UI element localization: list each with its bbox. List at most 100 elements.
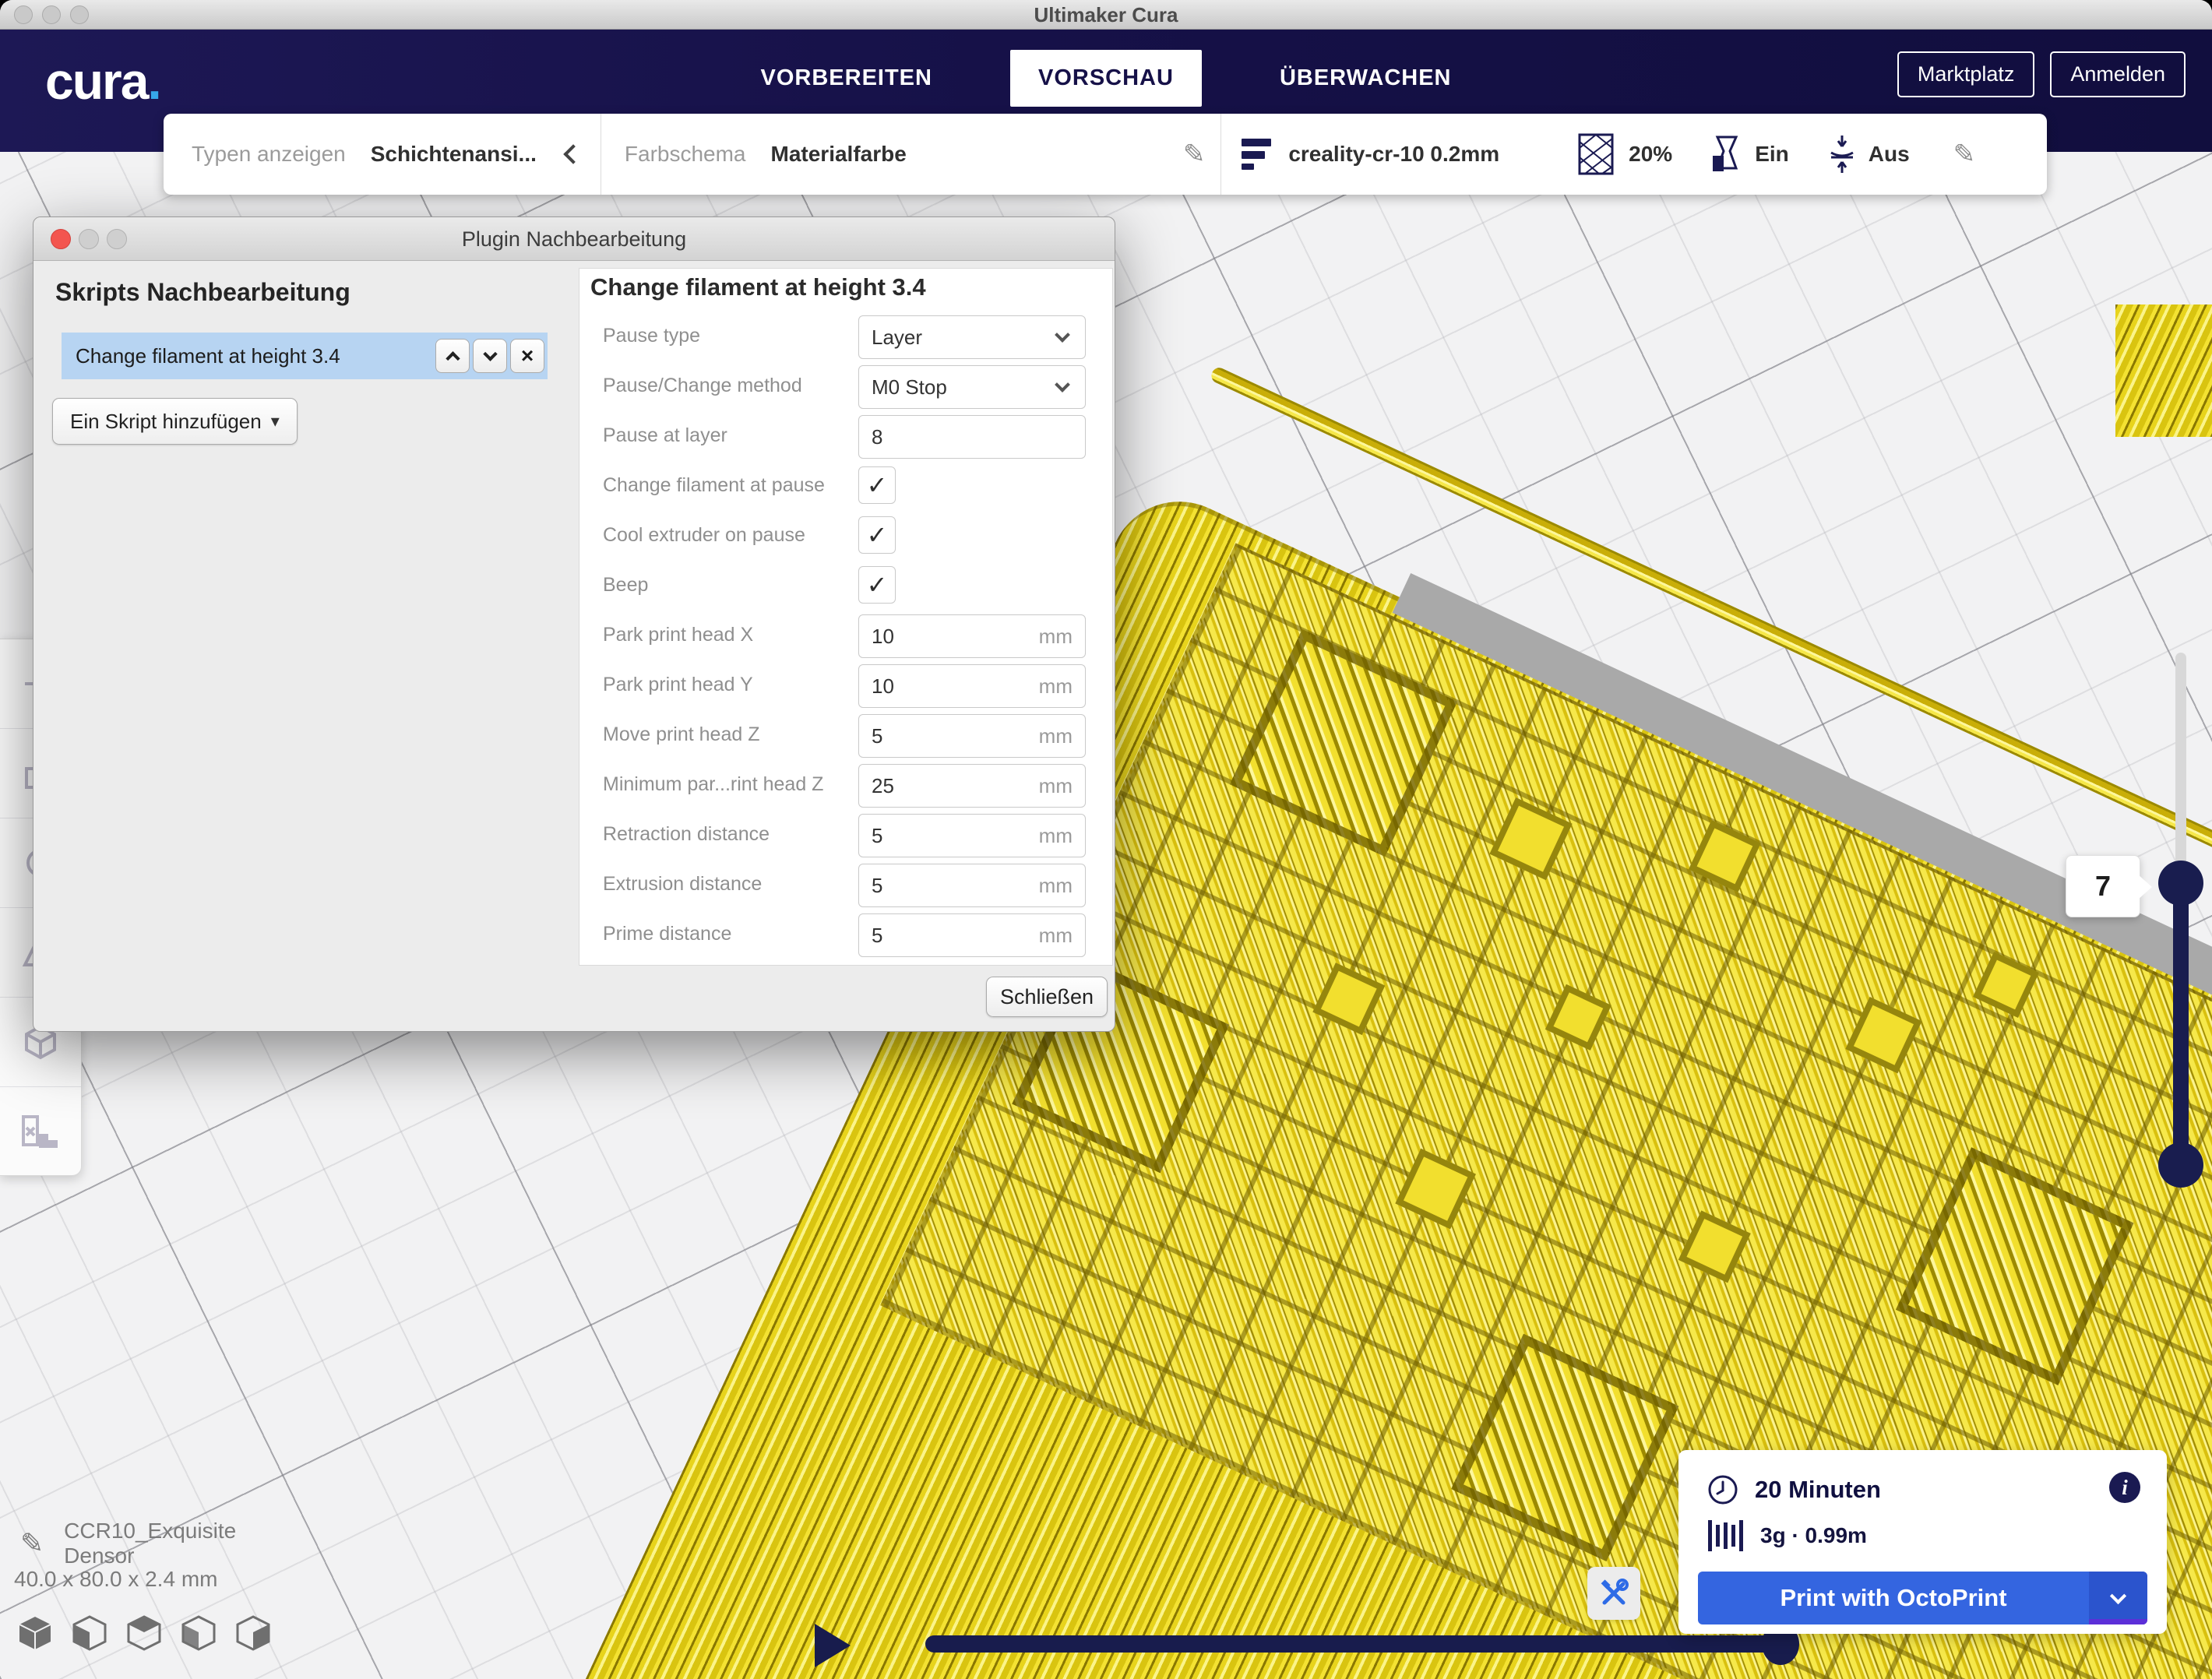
qr-module-square <box>1678 1210 1751 1283</box>
field-label-pause-change-method: Pause/Change method <box>603 362 852 412</box>
support-value[interactable]: Ein <box>1755 142 1789 167</box>
tab-vorschau[interactable]: VORSCHAU <box>1010 50 1202 107</box>
field-label-pause-type: Pause type <box>603 312 852 362</box>
adhesion-value[interactable]: Aus <box>1869 142 1910 167</box>
prime-distance-unit: mm <box>1039 924 1085 948</box>
field-row-park-print-head-y: Park print head Y10mm <box>579 661 1112 711</box>
script-list-item[interactable]: Change filament at height 3.4 × <box>62 333 548 379</box>
pause-type-select[interactable]: Layer <box>858 315 1086 359</box>
pause-change-method-value: M0 Stop <box>859 375 1057 400</box>
field-row-cool-extruder-on-pause: Cool extruder on pause ✓ <box>579 512 1112 561</box>
field-row-pause-change-method: Pause/Change method M0 Stop <box>579 362 1112 412</box>
info-icon[interactable]: i <box>2109 1472 2140 1503</box>
extrusion-distance-unit: mm <box>1039 874 1085 898</box>
color-scheme-label: Farbschema <box>625 142 746 167</box>
cura-window: ✎ CCR10_Exquisite Densor 40.0 x 80.0 x 2… <box>0 0 2212 1679</box>
qr-module-square <box>1489 797 1572 880</box>
retraction-distance-value: 5 <box>859 824 1039 848</box>
print-summary-card: 20 Minuten i 3g · 0.99m Print with OctoP… <box>1678 1450 2167 1634</box>
collapse-chevron-icon[interactable] <box>563 144 583 164</box>
print-settings-icon <box>1242 139 1271 170</box>
park-print-head-y-input[interactable]: 10mm <box>858 664 1086 708</box>
qr-module-square <box>1395 1149 1476 1230</box>
field-label-retraction-distance: Retraction distance <box>603 811 852 861</box>
print-button-dropdown[interactable] <box>2089 1572 2147 1624</box>
signin-button[interactable]: Anmelden <box>2050 51 2186 97</box>
print-with-octoprint-button[interactable]: Print with OctoPrint <box>1698 1572 2147 1624</box>
move-print-head-z-input[interactable]: 5mm <box>858 714 1086 758</box>
move-script-up-button[interactable] <box>435 339 470 373</box>
cool-extruder-on-pause-checkbox[interactable]: ✓ <box>858 516 896 554</box>
tab-vorbereiten[interactable]: VORBEREITEN <box>733 50 960 107</box>
support-icon <box>1708 134 1742 174</box>
pause-change-method-select[interactable]: M0 Stop <box>858 365 1086 409</box>
printer-profile[interactable]: creality-cr-10 0.2mm <box>1288 142 1499 167</box>
field-label-beep: Beep <box>603 561 852 611</box>
edit-print-settings-icon[interactable]: ✎ <box>1953 139 1976 170</box>
park-print-head-y-unit: mm <box>1039 674 1085 699</box>
field-label-minimum-par-rint-head-z: Minimum par...rint head Z <box>603 761 852 811</box>
remove-script-button[interactable]: × <box>510 339 544 373</box>
edit-view-settings-icon[interactable]: ✎ <box>1183 139 1206 170</box>
field-row-pause-type: Pause type Layer <box>579 312 1112 362</box>
field-label-move-print-head-z: Move print head Z <box>603 711 852 761</box>
dialog-titlebar[interactable]: Plugin Nachbearbeitung <box>33 217 1115 261</box>
stage-tabs: VORBEREITEN VORSCHAU ÜBERWACHEN <box>0 48 2212 107</box>
field-row-extrusion-distance: Extrusion distance5mm <box>579 861 1112 910</box>
infill-value[interactable]: 20% <box>1629 142 1672 167</box>
move-print-head-z-unit: mm <box>1039 724 1085 748</box>
extrusion-distance-value: 5 <box>859 874 1039 898</box>
chevron-down-icon <box>1055 327 1070 343</box>
material-estimate: 3g · 0.99m <box>1760 1523 1867 1548</box>
move-script-down-button[interactable] <box>473 339 507 373</box>
macos-titlebar: Ultimaker Cura <box>0 0 2212 30</box>
park-print-head-x-unit: mm <box>1039 625 1085 649</box>
chevron-up-icon <box>446 351 460 365</box>
pause-type-value: Layer <box>859 326 1057 350</box>
field-row-beep: Beep✓ <box>579 561 1112 611</box>
material-icon <box>1708 1519 1743 1553</box>
support-blocker-icon <box>19 1112 62 1153</box>
script-name: Change filament at height 3.4 <box>62 344 435 368</box>
qr-module-square <box>1545 984 1611 1051</box>
field-label-change-filament-at-pause: Change filament at pause <box>603 462 852 512</box>
add-script-button[interactable]: Ein Skript hinzufügen ▾ <box>52 398 298 445</box>
tab-ueberwachen[interactable]: ÜBERWACHEN <box>1252 50 1480 107</box>
minimum-par-rint-head-z-input[interactable]: 25mm <box>858 764 1086 808</box>
print-time-estimate: 20 Minuten <box>1755 1476 1881 1504</box>
beep-checkbox[interactable]: ✓ <box>858 566 896 604</box>
qr-module-square <box>1689 820 1761 892</box>
dialog-title: Plugin Nachbearbeitung <box>33 217 1115 261</box>
octoprint-settings-button[interactable] <box>1587 1567 1640 1620</box>
retraction-distance-unit: mm <box>1039 824 1085 848</box>
script-settings-panel: Change filament at height 3.4 Pause type… <box>579 268 1113 966</box>
view-type-value[interactable]: Schichtenansi... <box>371 142 537 167</box>
support-blocker-button[interactable] <box>0 1087 81 1177</box>
minimum-par-rint-head-z-unit: mm <box>1039 774 1085 798</box>
post-processing-dialog: Plugin Nachbearbeitung Skripts Nachbearb… <box>33 216 1115 1032</box>
close-dialog-button[interactable]: Schließen <box>986 977 1108 1017</box>
checkmark-icon: ✓ <box>867 520 888 550</box>
pause-at-layer-value: 8 <box>859 425 1085 449</box>
pause-at-layer-input[interactable]: 8 <box>858 415 1086 459</box>
marketplace-button[interactable]: Marktplatz <box>1897 51 2035 97</box>
extrusion-distance-input[interactable]: 5mm <box>858 864 1086 907</box>
chevron-down-icon <box>1055 377 1070 392</box>
field-label-extrusion-distance: Extrusion distance <box>603 861 852 910</box>
park-print-head-x-input[interactable]: 10mm <box>858 614 1086 658</box>
view-type-label: Typen anzeigen <box>192 142 346 167</box>
field-label-cool-extruder-on-pause: Cool extruder on pause <box>603 512 852 561</box>
field-row-pause-at-layer: Pause at layer8 <box>579 412 1112 462</box>
prime-distance-input[interactable]: 5mm <box>858 913 1086 957</box>
park-print-head-x-value: 10 <box>859 625 1039 649</box>
script-settings-rows: Pause type Layer Pause/Change method M0 Sto… <box>579 312 1112 960</box>
change-filament-at-pause-checkbox[interactable]: ✓ <box>858 466 896 504</box>
field-row-move-print-head-z: Move print head Z5mm <box>579 711 1112 761</box>
color-scheme-value[interactable]: Materialfarbe <box>771 142 907 167</box>
qr-finder-square <box>1896 1147 2134 1385</box>
script-settings-heading: Change filament at height 3.4 <box>590 273 926 301</box>
field-row-prime-distance: Prime distance5mm <box>579 910 1112 960</box>
chevron-down-icon <box>483 347 497 361</box>
retraction-distance-input[interactable]: 5mm <box>858 814 1086 857</box>
field-label-park-print-head-y: Park print head Y <box>603 661 852 711</box>
